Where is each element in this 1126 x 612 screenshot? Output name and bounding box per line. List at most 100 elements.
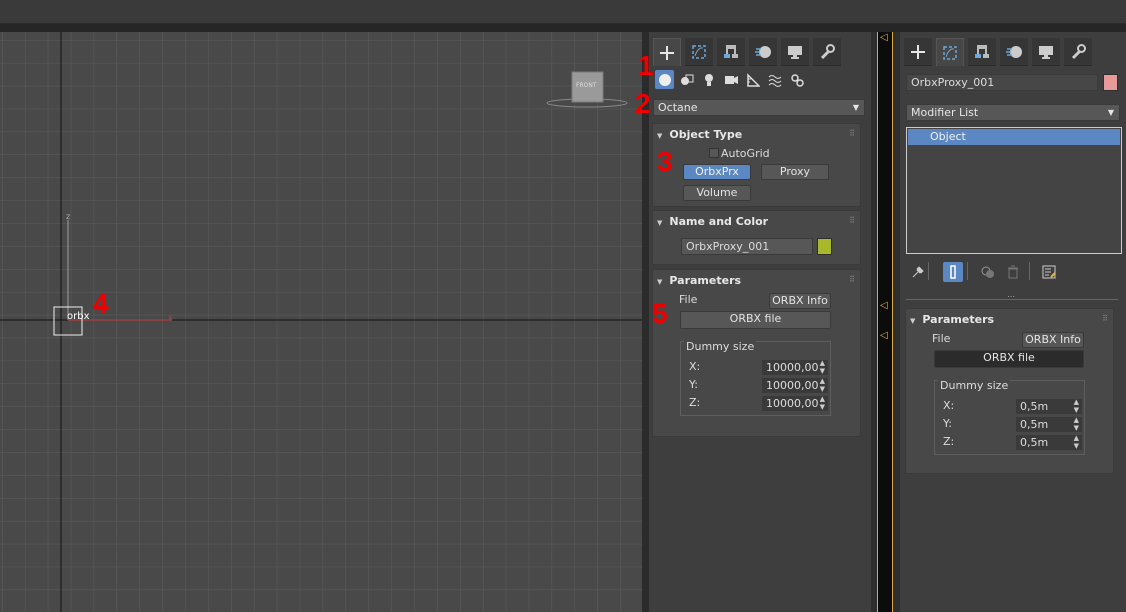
orbx-info-button[interactable]: ORBX Info: [1022, 332, 1084, 348]
geometry-button[interactable]: [655, 70, 674, 89]
parameters-header[interactable]: ▼ Parameters: [910, 313, 994, 326]
spinner-arrows-icon[interactable]: ▲ ▼: [820, 359, 825, 375]
modify-tab[interactable]: [936, 38, 964, 66]
autogrid-checkbox[interactable]: [709, 148, 719, 158]
object-color-swatch[interactable]: [817, 238, 832, 255]
x-label: X:: [689, 360, 701, 373]
configure-modifier-sets-button[interactable]: [1039, 262, 1059, 282]
z-value: 10000,00: [766, 397, 819, 410]
orbx-info-button[interactable]: ORBX Info: [769, 293, 831, 309]
z-label: Z:: [689, 396, 701, 409]
create-tab[interactable]: [904, 38, 932, 66]
show-end-result-icon: [950, 265, 956, 279]
modifier-list-dropdown[interactable]: Modifier List ▼: [906, 104, 1120, 121]
cameras-button[interactable]: [721, 70, 740, 89]
motion-tab[interactable]: [749, 38, 777, 66]
object-name-field[interactable]: OrbxProxy_001: [681, 238, 813, 255]
utilities-icon: [820, 43, 835, 59]
shapes-button[interactable]: [677, 70, 696, 89]
spinner-arrows-icon[interactable]: ▲ ▼: [820, 395, 825, 411]
make-unique-button[interactable]: [978, 262, 998, 282]
viewport[interactable]: z x orbx FRONT 4: [0, 32, 642, 612]
resize-grip-icon[interactable]: ⋯: [1007, 292, 1015, 301]
spinner-arrows-icon[interactable]: ▲ ▼: [820, 377, 825, 393]
hierarchy-tab[interactable]: [968, 38, 996, 66]
hierarchy-tab[interactable]: [717, 38, 745, 66]
object-type-title: Object Type: [669, 128, 743, 141]
category-dropdown[interactable]: Octane ▼: [653, 99, 865, 116]
axis-x-label: x: [168, 313, 173, 322]
y-value: 0,5m: [1020, 418, 1049, 431]
stack-item-object[interactable]: Object: [908, 129, 1120, 145]
grip-icon: ⠿: [849, 129, 855, 138]
configure-sets-icon: [1042, 265, 1056, 279]
z-spinner[interactable]: 0,5m ▲ ▼: [1016, 434, 1082, 450]
panel-divider-strip[interactable]: ◁ ◁ ◁: [871, 32, 900, 612]
parameters-title: Parameters: [669, 274, 742, 287]
pin-stack-button[interactable]: [908, 262, 928, 282]
modifier-stack[interactable]: Object: [906, 127, 1122, 254]
dummy-size-group: Dummy size X: 0,5m ▲ ▼ Y: 0,5m ▲ ▼ Z: 0,5m ▲ ▼: [934, 379, 1085, 455]
modify-panel: OrbxProxy_001 Modifier List ▼ Object ⋯ ▼…: [900, 32, 1126, 612]
collapse-left-icon[interactable]: ◁: [880, 330, 888, 341]
object-type-header[interactable]: ▼ Object Type: [657, 128, 742, 141]
z-value: 0,5m: [1020, 436, 1049, 449]
parameters-rollout: ▼ Parameters ⠿ File ORBX Info ORBX file D…: [652, 269, 861, 437]
x-value: 10000,00: [766, 361, 819, 374]
motion-tab[interactable]: [1000, 38, 1028, 66]
grip-icon: ⠿: [849, 275, 855, 284]
utilities-tab[interactable]: [1064, 38, 1092, 66]
utilities-tab[interactable]: [813, 38, 841, 66]
name-color-header[interactable]: ▼ Name and Color: [657, 215, 768, 228]
x-value: 0,5m: [1020, 400, 1049, 413]
geometry-icon: [658, 73, 671, 86]
name-color-rollout: ▼ Name and Color ⠿ OrbxProxy_001: [652, 210, 861, 265]
object-type-rollout: ▼ Object Type ⠿ AutoGrid OrbxPrx Proxy Vo…: [652, 123, 861, 207]
annotation-2: 2: [635, 88, 651, 119]
dummy-size-group: Dummy size X: 10000,00 ▲ ▼ Y: 10000,00 ▲ ▼ Z…: [680, 340, 831, 416]
create-tab[interactable]: [653, 38, 681, 66]
y-label: Y:: [689, 378, 698, 391]
orbx-file-button[interactable]: ORBX file: [680, 311, 831, 329]
toolbar-divider: [967, 262, 968, 280]
spacewarps-icon: [768, 74, 781, 87]
display-icon: [1039, 45, 1053, 59]
collapse-left-icon[interactable]: ◁: [880, 300, 888, 311]
proxy-button[interactable]: Proxy: [761, 164, 829, 180]
lights-icon: [704, 73, 713, 86]
remove-modifier-button[interactable]: [1003, 262, 1023, 282]
y-spinner[interactable]: 10000,00 ▲ ▼: [762, 377, 828, 393]
show-end-result-button[interactable]: [943, 262, 963, 282]
display-tab[interactable]: [1032, 38, 1060, 66]
y-spinner[interactable]: 0,5m ▲ ▼: [1016, 416, 1082, 432]
x-spinner[interactable]: 10000,00 ▲ ▼: [762, 359, 828, 375]
object-color-swatch[interactable]: [1103, 74, 1118, 91]
divider-track: [877, 32, 893, 612]
file-label: File: [679, 293, 698, 306]
lights-button[interactable]: [699, 70, 718, 89]
trash-icon: [1008, 265, 1018, 279]
annotation-3: 3: [657, 146, 673, 177]
orbx-file-button[interactable]: ORBX file: [934, 350, 1084, 368]
modify-tab[interactable]: [685, 38, 713, 66]
motion-icon: [755, 45, 771, 58]
top-separator: [0, 24, 1126, 32]
spinner-arrows-icon[interactable]: ▲ ▼: [1074, 416, 1079, 432]
orbxprx-button[interactable]: OrbxPrx: [683, 164, 751, 180]
systems-button[interactable]: [787, 70, 806, 89]
object-name-field[interactable]: OrbxProxy_001: [906, 74, 1098, 91]
motion-icon: [1006, 45, 1022, 58]
z-spinner[interactable]: 10000,00 ▲ ▼: [762, 395, 828, 411]
helpers-button[interactable]: [743, 70, 762, 89]
collapse-left-icon[interactable]: ◁: [880, 32, 888, 43]
x-spinner[interactable]: 0,5m ▲ ▼: [1016, 398, 1082, 414]
spacewarps-button[interactable]: [765, 70, 784, 89]
spinner-arrows-icon[interactable]: ▲ ▼: [1074, 398, 1079, 414]
volume-button[interactable]: Volume: [683, 185, 751, 201]
create-panel: 1 2 Octane ▼ ▼ Object Type ⠿ AutoGrid Or…: [635, 32, 871, 612]
spinner-arrows-icon[interactable]: ▲ ▼: [1074, 434, 1079, 450]
display-tab[interactable]: [781, 38, 809, 66]
parameters-header[interactable]: ▼ Parameters: [657, 274, 741, 287]
hierarchy-icon: [975, 44, 989, 58]
make-unique-icon: [981, 266, 994, 278]
